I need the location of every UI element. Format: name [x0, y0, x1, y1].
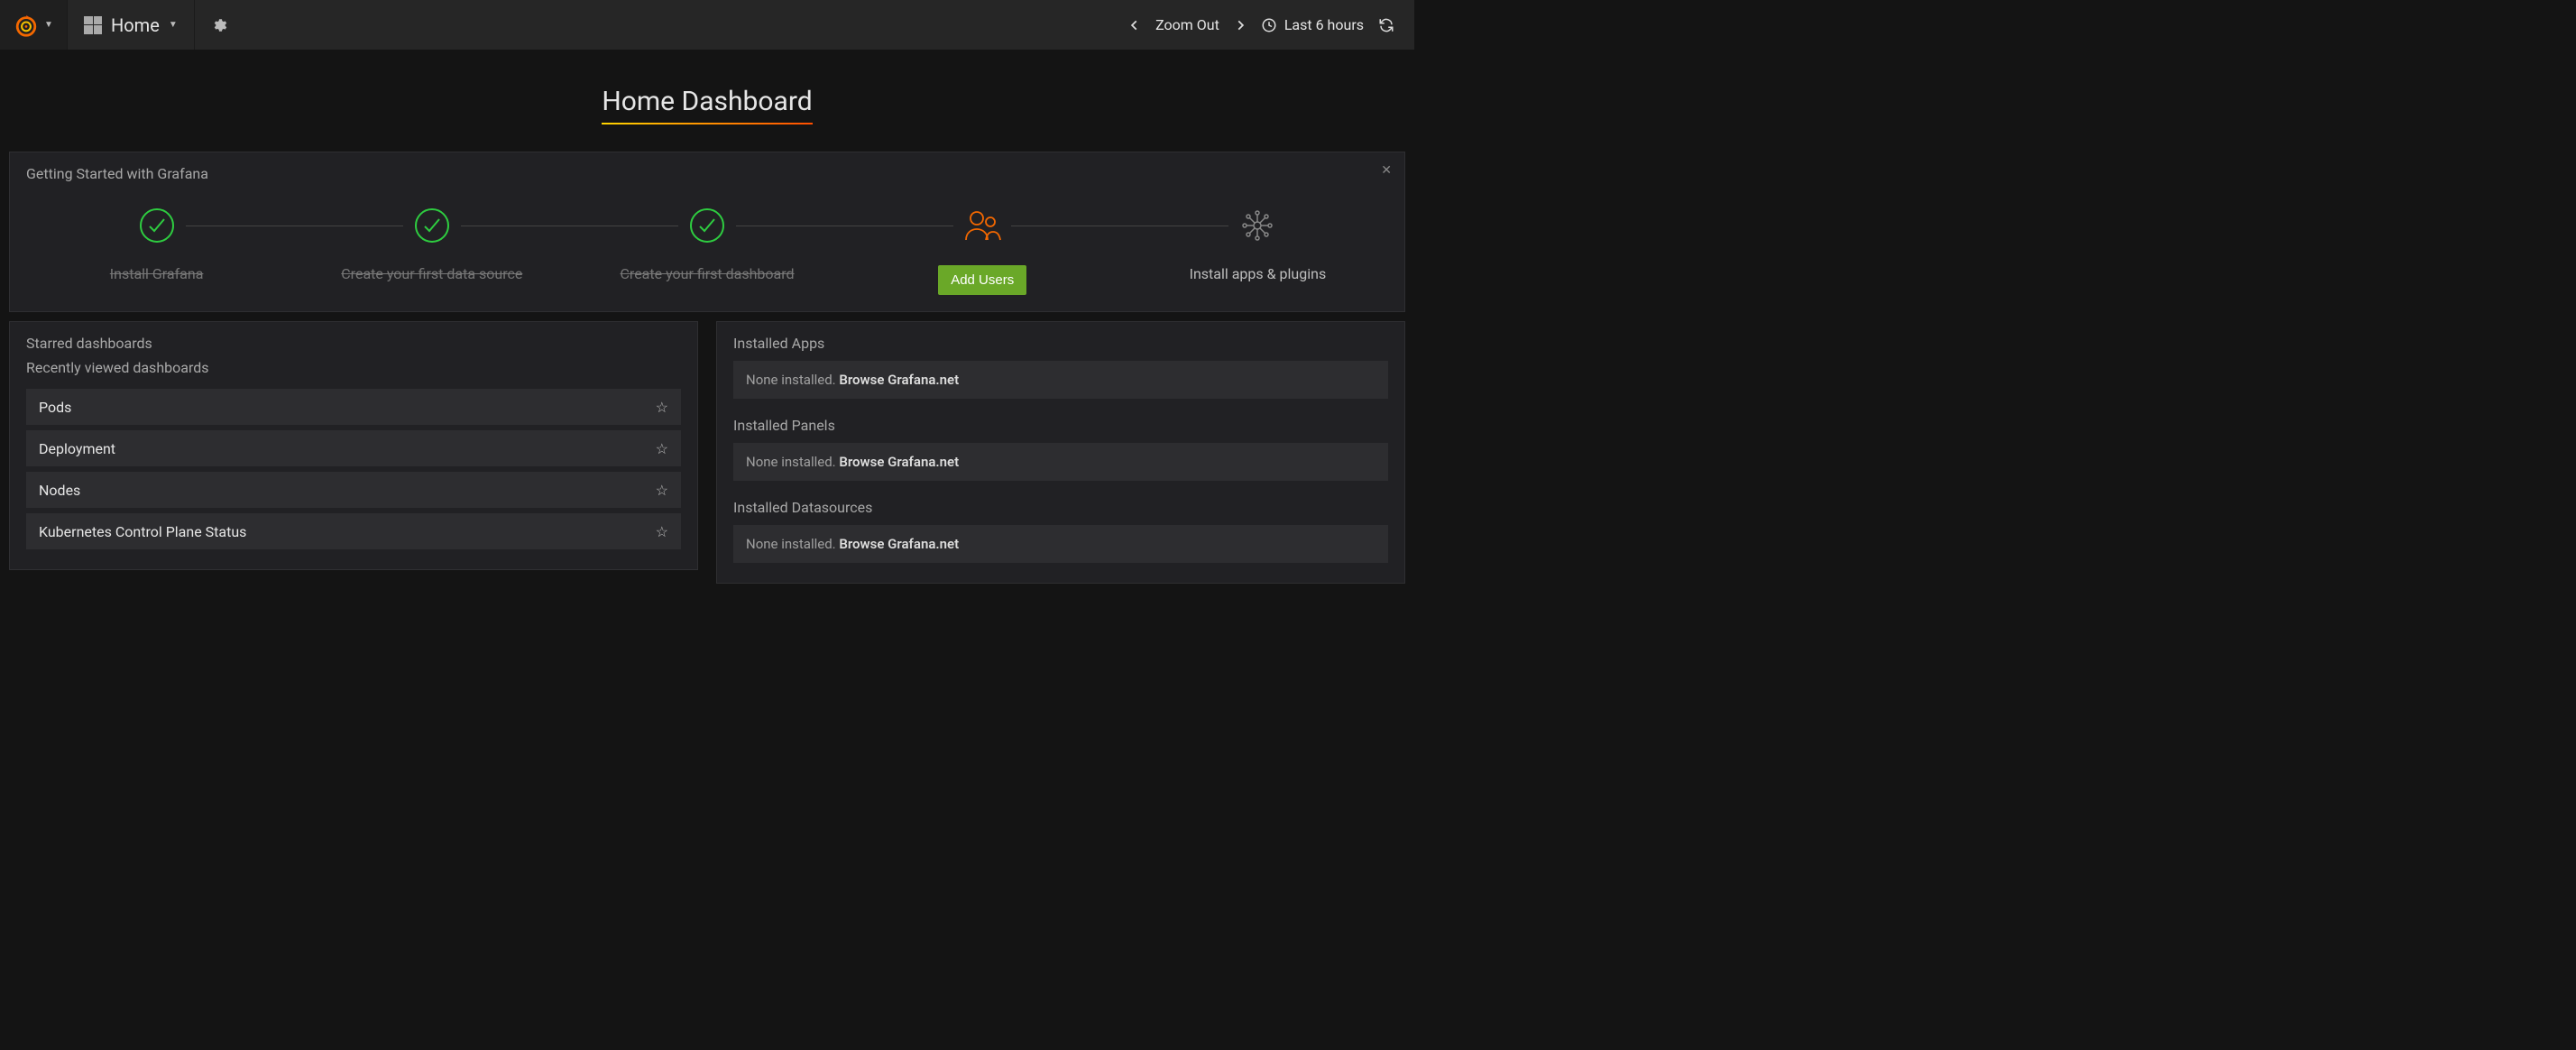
grafana-logo-icon	[14, 13, 39, 38]
dashboard-name: Home	[111, 14, 160, 36]
step-install-grafana: Install Grafana	[19, 206, 294, 295]
browse-grafana-link[interactable]: Browse Grafana.net	[839, 536, 959, 552]
navbar-right: Zoom Out Last 6 hours	[1128, 0, 1414, 50]
star-icon[interactable]: ☆	[656, 399, 668, 416]
page-title-wrap: Home Dashboard	[0, 86, 1414, 124]
dashboards-panel: Starred dashboards Recently viewed dashb…	[9, 321, 698, 570]
browse-grafana-link[interactable]: Browse Grafana.net	[839, 454, 959, 470]
step-label: Create your first dashboard	[569, 265, 844, 282]
clock-icon	[1261, 17, 1277, 33]
installed-panels-title: Installed Panels	[717, 410, 1404, 443]
time-back-button[interactable]	[1128, 19, 1141, 32]
step-create-datasource: Create your first data source	[294, 206, 569, 295]
dashboard-item-name: Pods	[39, 399, 71, 416]
starred-dashboards-title: Starred dashboards	[10, 335, 697, 359]
step-add-users: Add Users	[845, 206, 1120, 295]
close-icon[interactable]: ✕	[1381, 163, 1392, 178]
getting-started-steps: Install Grafana Create your first data s…	[10, 182, 1404, 295]
time-range-label: Last 6 hours	[1284, 16, 1364, 33]
logo-menu[interactable]: ▼	[0, 0, 68, 50]
star-icon[interactable]: ☆	[656, 523, 668, 540]
caret-down-icon: ▼	[169, 20, 178, 30]
installed-panels-box: None installed. Browse Grafana.net	[733, 443, 1388, 481]
dashboard-list-item[interactable]: Pods ☆	[26, 389, 681, 425]
page-title: Home Dashboard	[602, 86, 812, 124]
plugins-icon	[1120, 206, 1395, 245]
installed-apps-title: Installed Apps	[717, 327, 1404, 361]
dashboard-item-name: Deployment	[39, 440, 115, 457]
star-icon[interactable]: ☆	[656, 482, 668, 499]
browse-grafana-link[interactable]: Browse Grafana.net	[839, 372, 959, 388]
time-forward-button[interactable]	[1234, 19, 1247, 32]
step-install-plugins: Install apps & plugins	[1120, 206, 1395, 295]
dashboards-column: Starred dashboards Recently viewed dashb…	[0, 321, 707, 593]
add-users-button[interactable]: Add Users	[938, 265, 1026, 295]
dashboard-list: Pods ☆ Deployment ☆ Nodes ☆ Kubernetes C…	[10, 389, 697, 549]
installed-apps-box: None installed. Browse Grafana.net	[733, 361, 1388, 399]
step-create-dashboard: Create your first dashboard	[569, 206, 844, 295]
dashboard-grid-icon	[84, 16, 102, 34]
installed-none-text: None installed.	[746, 372, 839, 388]
time-range-picker[interactable]: Last 6 hours	[1261, 16, 1364, 33]
dashboard-list-item[interactable]: Nodes ☆	[26, 472, 681, 508]
recent-dashboards-title: Recently viewed dashboards	[10, 359, 697, 383]
getting-started-title: Getting Started with Grafana	[10, 165, 1404, 182]
step-label: Install Grafana	[19, 265, 294, 282]
refresh-button[interactable]	[1378, 17, 1394, 33]
navbar: ▼ Home ▼ Zoom Out Last 6 hours	[0, 0, 1414, 50]
installed-none-text: None installed.	[746, 536, 839, 552]
settings-button[interactable]	[195, 17, 244, 33]
navbar-left: ▼ Home ▼	[0, 0, 244, 50]
lower-row: Starred dashboards Recently viewed dashb…	[0, 321, 1414, 593]
dashboard-list-item[interactable]: Deployment ☆	[26, 430, 681, 466]
installed-column: Installed Apps None installed. Browse Gr…	[707, 321, 1414, 593]
dashboard-item-name: Kubernetes Control Plane Status	[39, 523, 246, 540]
installed-datasources-title: Installed Datasources	[717, 492, 1404, 525]
step-label: Create your first data source	[294, 265, 569, 282]
zoom-out-button[interactable]: Zoom Out	[1155, 16, 1219, 33]
installed-none-text: None installed.	[746, 454, 839, 470]
dashboard-picker[interactable]: Home ▼	[68, 0, 195, 50]
dashboard-list-item[interactable]: Kubernetes Control Plane Status ☆	[26, 513, 681, 549]
caret-down-icon: ▼	[44, 20, 53, 30]
gear-icon	[211, 17, 227, 33]
installed-panel: Installed Apps None installed. Browse Gr…	[716, 321, 1405, 584]
step-label: Install apps & plugins	[1120, 265, 1395, 282]
getting-started-panel: Getting Started with Grafana ✕ Install G…	[9, 152, 1405, 312]
installed-datasources-box: None installed. Browse Grafana.net	[733, 525, 1388, 563]
dashboard-item-name: Nodes	[39, 482, 80, 499]
star-icon[interactable]: ☆	[656, 440, 668, 457]
